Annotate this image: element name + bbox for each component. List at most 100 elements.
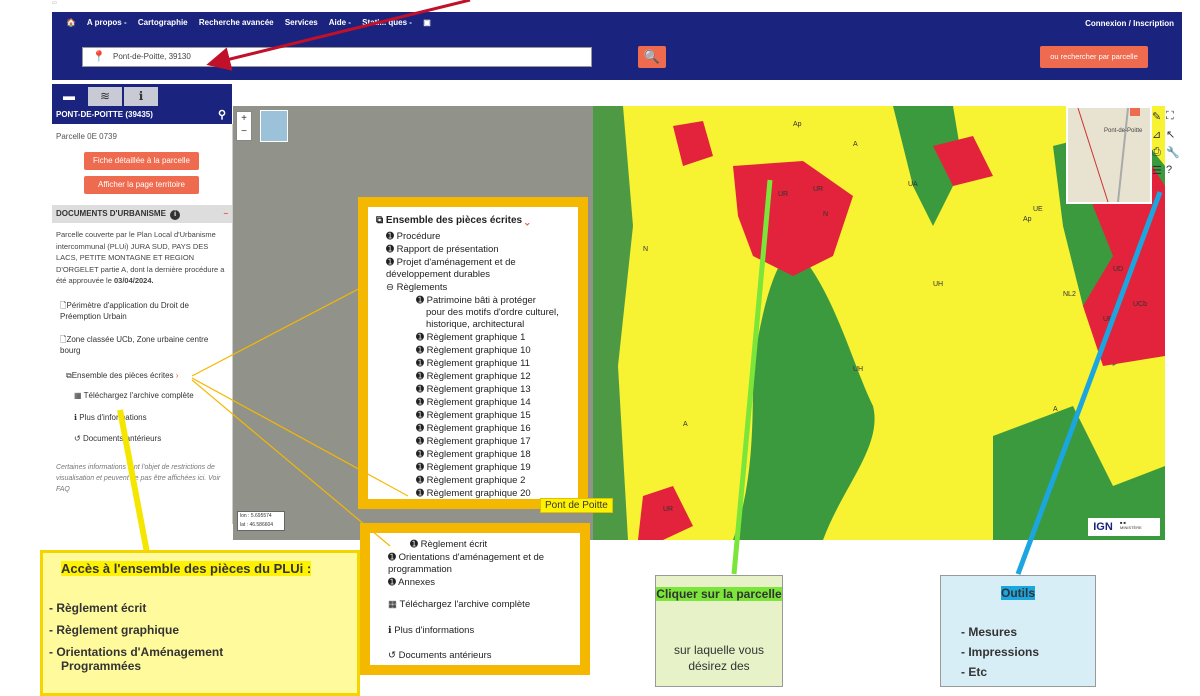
piece-reglement-graphique[interactable]: ➊ Règlement graphique 17 <box>416 436 531 448</box>
ministry-logo: ■ ■ MINISTÈRE <box>1118 518 1160 536</box>
piece-label: Rapport de présentation <box>396 244 499 255</box>
piece-reglement-graphique[interactable]: ➊ Règlement graphique 1 <box>416 332 525 344</box>
plu-description: Parcelle couverte par le Plan Local d'Ur… <box>56 229 228 287</box>
piece-label: Règlements <box>396 282 448 293</box>
help-icon[interactable]: ? <box>1166 164 1172 176</box>
piece-label: Plus d'informations <box>394 625 475 636</box>
piece-reglement-graphique[interactable]: ➊ Règlement graphique 2 <box>416 475 525 487</box>
zone-label-n: N <box>823 211 828 218</box>
zone-label-a: A <box>1053 406 1058 413</box>
piece-reglement-ecrit[interactable]: ➊ Règlement écrit <box>410 539 487 551</box>
panel-previous-docs[interactable]: ↺ Documents antérieurs <box>388 650 492 662</box>
overview-toggle-button[interactable] <box>1130 108 1140 116</box>
piece-reglement-graphique[interactable]: ➊ Règlement graphique 15 <box>416 410 531 422</box>
piece-reglement-graphique[interactable]: ➊ Règlement graphique 12 <box>416 371 531 383</box>
piece-reglement-graphique[interactable]: ➊ Règlement graphique 18 <box>416 449 531 461</box>
piece-label: Règlement graphique 18 <box>426 449 531 460</box>
zone-label-uh: UH <box>853 366 863 373</box>
piece-patrimoine-2: pour des motifs d'ordre culturel, <box>426 307 559 318</box>
zone-label-ap: Ap <box>1023 216 1032 223</box>
piece-label: Règlement graphique 10 <box>426 345 531 356</box>
piece-reglement-graphique[interactable]: ➊ Règlement graphique 16 <box>416 423 531 435</box>
urban-docs-title: DOCUMENTS D'URBANISME <box>56 209 166 218</box>
piece-label: Annexes <box>398 577 436 588</box>
basemap-switcher[interactable] <box>260 110 288 142</box>
zone-label-nl2: NL2 <box>1063 291 1076 298</box>
piece-reglement-graphique[interactable]: ➊ Règlement graphique 20 <box>416 488 531 500</box>
piece-rapport[interactable]: ➊ Rapport de présentation <box>386 244 499 256</box>
panel-more-info[interactable]: ℹ Plus d'informations <box>388 625 474 637</box>
more-info-link[interactable]: ℹ Plus d'informations <box>74 412 147 423</box>
pieces-ecrites-panel-continued: ➊ Règlement écrit ➊ Orientations d'aména… <box>360 523 590 675</box>
piece-padd[interactable]: ➊ Projet d'aménagement et de <box>386 257 516 269</box>
fullscreen-icon[interactable]: ⛶ <box>1166 110 1174 123</box>
zone-label: Zone classée UCb, Zone urbaine centre bo… <box>60 335 209 355</box>
parcel-detail-button[interactable]: Fiche détaillée à la parcelle <box>84 152 199 170</box>
zone-link[interactable]: 🗋Zone classée UCb, Zone urbaine centre b… <box>60 334 225 356</box>
zoom-out-button[interactable]: − <box>237 125 251 138</box>
ign-logo: IGN <box>1088 518 1118 536</box>
overview-map[interactable]: Pont-de-Poitte <box>1066 106 1152 204</box>
piece-patrimoine-3: historique, architectural <box>426 319 525 330</box>
piece-label: Projet d'aménagement et de <box>396 257 516 268</box>
pencil-icon[interactable]: ✎ <box>1152 110 1161 123</box>
circle-chevron-icon: ➊ <box>416 410 427 421</box>
previous-docs-label: Documents antérieurs <box>82 434 162 443</box>
piece-reglement-graphique[interactable]: ➊ Règlement graphique 11 <box>416 358 530 370</box>
chevron-right-icon: › <box>173 371 179 380</box>
zone-label-ap: Ap <box>793 121 802 128</box>
piece-annexes[interactable]: ➊ Annexes <box>388 577 435 589</box>
circle-chevron-icon: ➊ <box>416 371 427 382</box>
measure-icon[interactable]: ⊿ <box>1152 128 1161 141</box>
piece-oap[interactable]: ➊ Orientations d'aménagement et de <box>388 552 544 564</box>
zoom-in-button[interactable]: + <box>237 112 251 125</box>
callout-cliquer-title: Cliquer sur la parcelle <box>656 584 782 604</box>
zoom-control[interactable]: + − <box>236 111 252 141</box>
tab-layers[interactable]: ≋ <box>88 87 122 106</box>
zone-label-ue: UE <box>1103 316 1113 323</box>
callout-acces-title: Accès à l'ensemble des pièces du PLUi : <box>61 561 312 576</box>
piece-patrimoine[interactable]: ➊ Patrimoine bâti à protéger <box>416 295 536 307</box>
territory-page-button[interactable]: Afficher la page territoire <box>84 176 199 194</box>
tab-folder[interactable]: ▬ <box>52 87 86 106</box>
piece-label: Règlement graphique 12 <box>426 371 531 382</box>
panel-title[interactable]: ⧉ Ensemble des pièces écrites ⌄ <box>376 215 530 227</box>
more-info-label: Plus d'informations <box>79 413 147 422</box>
piece-reglement-graphique[interactable]: ➊ Règlement graphique 13 <box>416 384 531 396</box>
outils-item: - Mesures <box>961 625 1018 639</box>
piece-reglement-graphique[interactable]: ➊ Règlement graphique 14 <box>416 397 531 409</box>
info-circle-icon[interactable]: i <box>170 210 181 220</box>
zone-label-ud: UD <box>1113 266 1123 273</box>
layers-icon: ≋ <box>99 89 111 103</box>
download-archive-link[interactable]: ▦ Téléchargez l'archive complète <box>74 390 194 401</box>
coord-lon: lon : 5.695574 <box>240 513 272 519</box>
piece-reglement-graphique[interactable]: ➊ Règlement graphique 10 <box>416 345 531 357</box>
panel-download-archive[interactable]: ▦ Téléchargez l'archive complète <box>388 599 530 611</box>
dpu-label: Périmètre d'application du Droit de Prée… <box>60 301 189 321</box>
tab-info[interactable]: ℹ <box>124 87 158 106</box>
print-icon[interactable]: ⎙ <box>1152 146 1161 159</box>
piece-label: Règlement graphique 20 <box>426 488 531 499</box>
overview-label: Pont-de-Poitte <box>1104 128 1143 134</box>
locate-pin-icon[interactable]: ⚲ <box>218 106 226 124</box>
piece-label: Règlement graphique 15 <box>426 410 531 421</box>
commune-title: PONT-DE-POITTE (39435) <box>56 110 153 119</box>
list-icon[interactable]: ☰ <box>1152 164 1162 177</box>
piece-label: Procédure <box>396 231 441 242</box>
previous-docs-link[interactable]: ↺ Documents antérieurs <box>74 433 161 444</box>
outils-title-text: Outils <box>1000 586 1035 600</box>
zone-label-a: A <box>853 141 858 148</box>
urban-docs-header[interactable]: DOCUMENTS D'URBANISME i − <box>52 205 232 223</box>
zone-label-ur: UR <box>778 191 788 198</box>
outils-item: - Etc <box>961 665 988 679</box>
cursor-icon[interactable]: ↖ <box>1166 128 1175 141</box>
piece-reglements[interactable]: ⊖ Règlements <box>386 282 447 294</box>
collapse-icon[interactable]: − <box>223 205 228 223</box>
circle-chevron-icon: ➊ <box>416 397 427 408</box>
piece-reglement-graphique[interactable]: ➊ Règlement graphique 19 <box>416 462 531 474</box>
dpu-link[interactable]: 🗋Périmètre d'application du Droit de Pré… <box>60 300 225 322</box>
piece-procedure[interactable]: ➊ Procédure <box>386 231 440 243</box>
ensemble-pieces-link[interactable]: ⧉Ensemble des pièces écrites › <box>66 370 178 381</box>
piece-label: Règlement graphique 13 <box>426 384 531 395</box>
wrench-icon[interactable]: 🔧 <box>1166 146 1180 159</box>
